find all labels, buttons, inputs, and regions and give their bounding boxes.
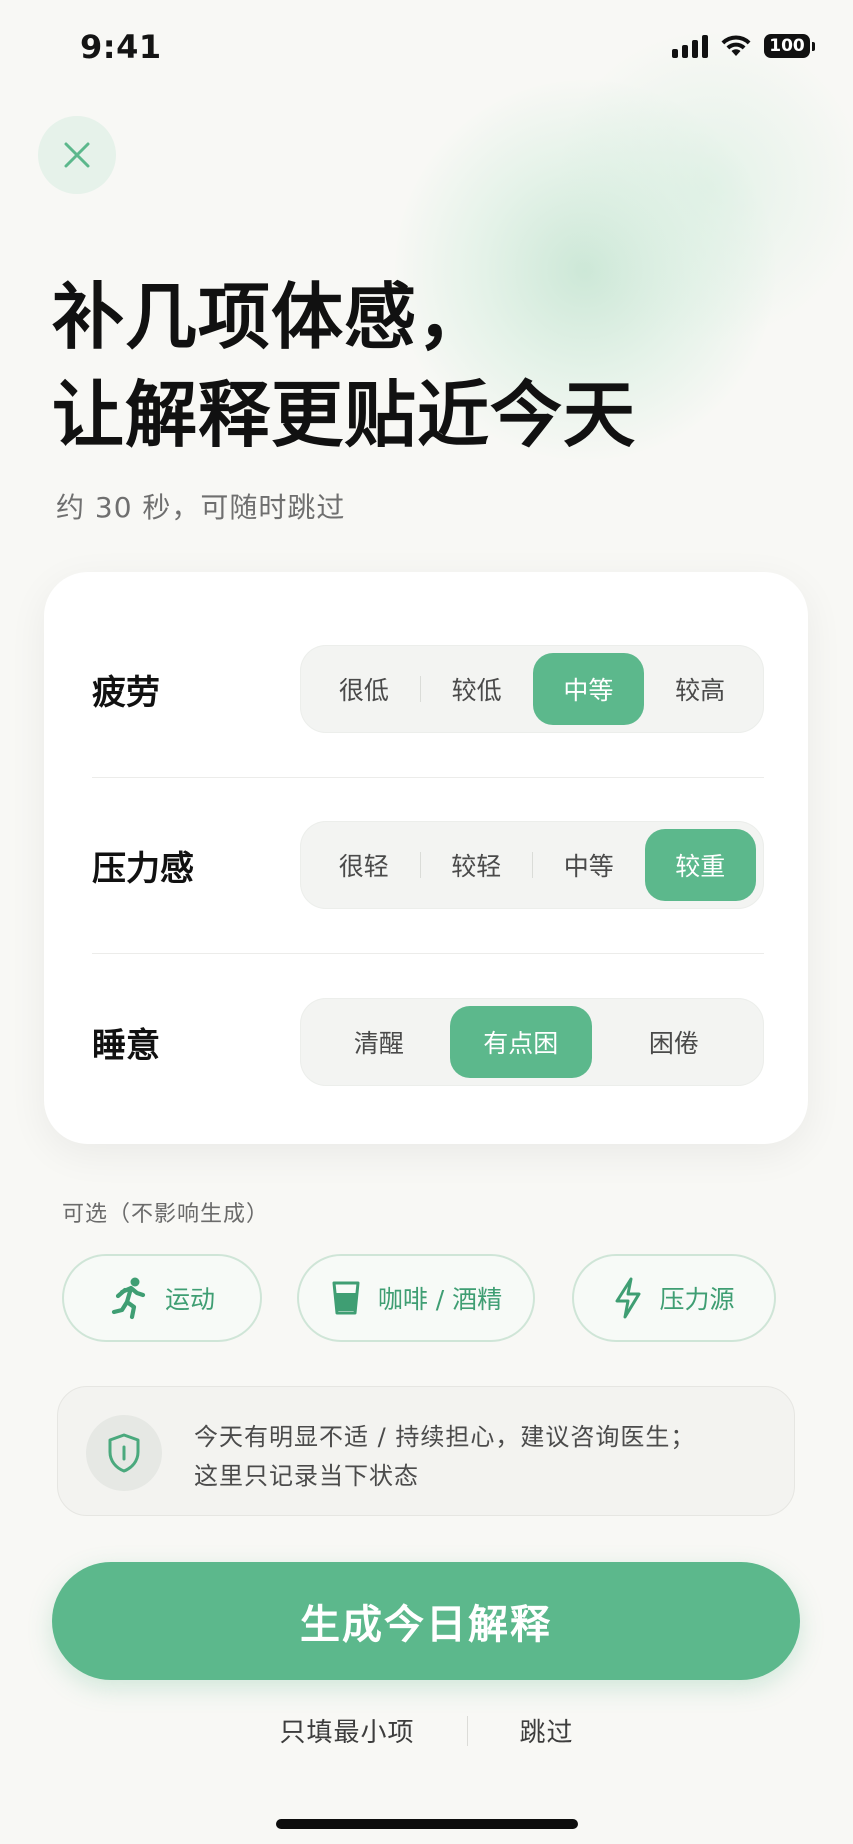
- chip-exercise[interactable]: 运动: [62, 1254, 262, 1342]
- wifi-icon: [721, 35, 751, 56]
- status-time: 9:41: [80, 28, 162, 66]
- option-stress-medium[interactable]: 中等: [533, 829, 645, 901]
- option-sleepiness-drowsy[interactable]: 困倦: [592, 1006, 756, 1078]
- chip-stressor[interactable]: 压力源: [572, 1254, 776, 1342]
- page-title-line-2: 让解释更贴近今天: [52, 373, 637, 457]
- cellular-signal-icon: [672, 34, 708, 58]
- chip-label: 压力源: [659, 1285, 735, 1314]
- option-sleepiness-awake[interactable]: 清醒: [308, 1006, 450, 1078]
- notice-line-1: 今天有明显不适 / 持续担心，建议咨询医生；: [194, 1423, 696, 1451]
- question-label-stress: 压力感: [92, 848, 194, 889]
- battery-level: 100: [764, 34, 810, 58]
- notice-line-2: 这里只记录当下状态: [194, 1462, 419, 1490]
- segmented-control-stress: 很轻 较轻 中等 较重: [300, 821, 764, 909]
- chip-label: 咖啡 / 酒精: [377, 1285, 503, 1314]
- lightning-icon: [615, 1277, 641, 1319]
- close-icon: [64, 142, 90, 168]
- chip-coffee-alcohol[interactable]: 咖啡 / 酒精: [297, 1254, 535, 1342]
- chip-label: 运动: [164, 1285, 215, 1314]
- question-label-fatigue: 疲劳: [92, 672, 160, 713]
- row-divider: [92, 777, 764, 778]
- page-title: 补几项体感， 让解释更贴近今天: [52, 268, 636, 464]
- option-fatigue-medium[interactable]: 中等: [532, 653, 645, 725]
- medical-notice: 今天有明显不适 / 持续担心，建议咨询医生； 这里只记录当下状态: [57, 1386, 795, 1516]
- question-label-sleepiness: 睡意: [92, 1025, 160, 1066]
- row-divider: [92, 953, 764, 954]
- link-divider: [466, 1715, 468, 1746]
- segmented-control-sleepiness: 清醒 有点困 困倦: [300, 998, 764, 1086]
- symptom-card: 疲劳 很低 较低 中等 较高 压力感 很轻 较轻 中等 较重 睡意 清醒 有点困…: [44, 572, 808, 1144]
- page-title-line-1: 补几项体感，: [52, 275, 491, 359]
- page-subtitle: 约 30 秒，可随时跳过: [56, 491, 346, 524]
- question-row-fatigue: 疲劳 很低 较低 中等 较高: [92, 645, 764, 733]
- question-row-stress: 压力感 很轻 较轻 中等 较重: [92, 821, 764, 909]
- option-sleepiness-a-bit-sleepy[interactable]: 有点困: [449, 1006, 592, 1078]
- option-stress-heavy[interactable]: 较重: [644, 829, 756, 901]
- segmented-control-fatigue: 很低 较低 中等 较高: [300, 645, 764, 733]
- secondary-actions: 只填最小项 跳过: [0, 1712, 853, 1749]
- option-stress-very-light[interactable]: 很轻: [308, 829, 420, 901]
- option-fatigue-very-low[interactable]: 很低: [308, 653, 420, 725]
- battery-icon: 100: [764, 34, 815, 58]
- screen: 9:41 100 补几项体感， 让解释更贴近今天 约 30 秒，可随时跳过 疲劳: [0, 0, 853, 1844]
- option-stress-light[interactable]: 较轻: [421, 829, 533, 901]
- cup-icon: [332, 1281, 360, 1315]
- skip-link[interactable]: 跳过: [520, 1712, 574, 1749]
- question-row-sleepiness: 睡意 清醒 有点困 困倦: [92, 998, 764, 1086]
- option-fatigue-low[interactable]: 较低: [421, 653, 533, 725]
- close-button[interactable]: [38, 116, 116, 194]
- status-icons: 100: [672, 34, 815, 58]
- notice-icon-wrap: [86, 1415, 162, 1491]
- notice-text: 今天有明显不适 / 持续担心，建议咨询医生； 这里只记录当下状态: [194, 1418, 695, 1496]
- fill-minimal-link[interactable]: 只填最小项: [279, 1712, 414, 1749]
- generate-explanation-button[interactable]: 生成今日解释: [52, 1562, 800, 1680]
- optional-section-label: 可选（不影响生成）: [62, 1202, 270, 1227]
- running-icon: [111, 1277, 146, 1320]
- option-fatigue-high[interactable]: 较高: [644, 653, 756, 725]
- shield-icon: [108, 1433, 140, 1473]
- home-indicator[interactable]: [276, 1819, 578, 1829]
